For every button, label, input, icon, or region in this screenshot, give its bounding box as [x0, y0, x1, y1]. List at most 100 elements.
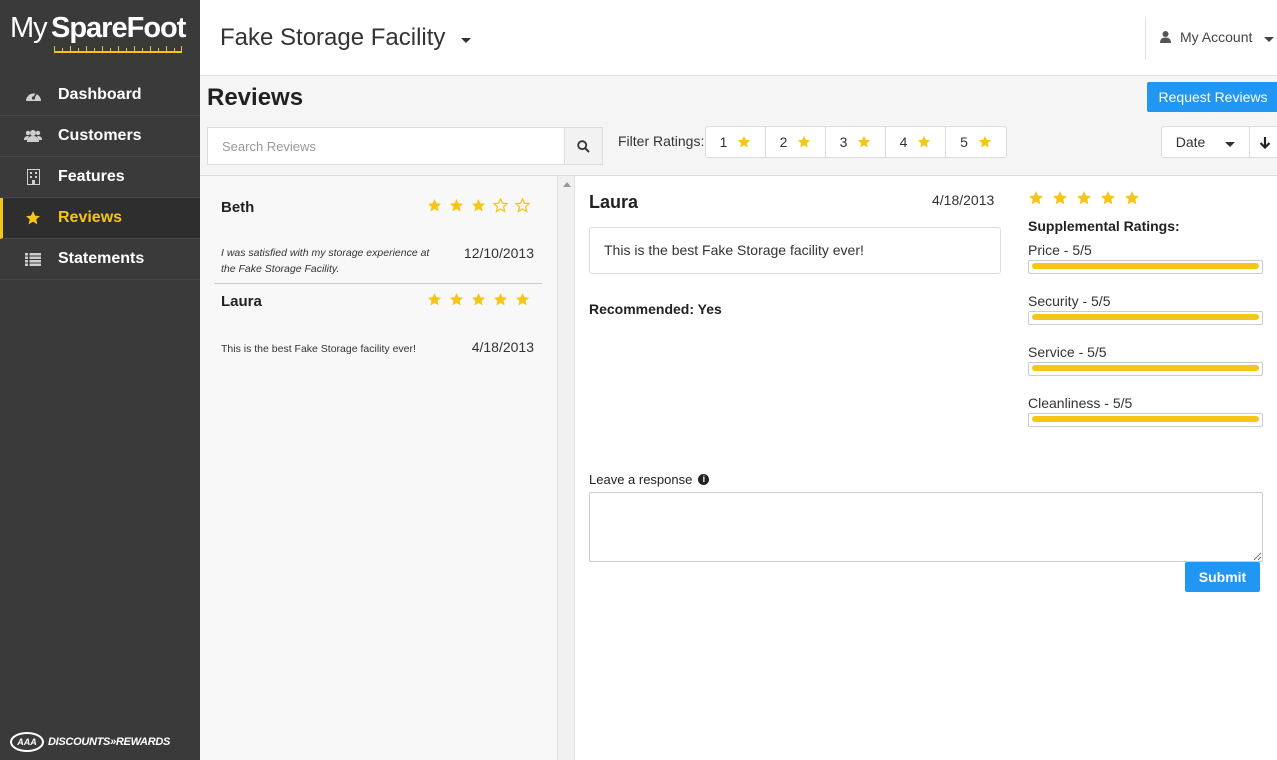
supp-rating-cleanliness: Cleanliness - 5/5 — [1028, 395, 1263, 427]
sidebar-item-reviews[interactable]: Reviews — [0, 198, 200, 239]
filter-2-star-button[interactable]: 2 — [766, 127, 826, 157]
filter-value: 4 — [899, 134, 908, 150]
filter-value: 2 — [779, 134, 788, 150]
star-icon — [912, 135, 931, 149]
page-title: Reviews — [207, 84, 304, 111]
filter-value: 5 — [960, 134, 968, 150]
sort-direction-button[interactable] — [1250, 127, 1277, 157]
supplemental-title: Supplemental Ratings: — [1028, 218, 1180, 234]
scrollbar[interactable] — [557, 176, 575, 760]
supp-label: Service - 5/5 — [1028, 344, 1107, 360]
detail-rating-stars — [1028, 190, 1140, 206]
filter-value: 1 — [719, 134, 728, 150]
filter-value: 3 — [839, 134, 848, 150]
star-icon — [973, 135, 992, 149]
header-divider — [1145, 18, 1146, 60]
sort-label: Date — [1175, 134, 1206, 150]
detail-date: 4/18/2013 — [932, 192, 995, 208]
star-filled-icon — [471, 292, 486, 307]
sort-control: Date — [1161, 126, 1277, 158]
star-filled-icon — [449, 292, 464, 307]
sidebar-item-dashboard[interactable]: Dashboard — [0, 75, 200, 116]
dashboard-icon — [24, 87, 42, 103]
sidebar-item-label: Statements — [58, 250, 145, 267]
star-icon — [24, 210, 42, 226]
filter-ratings-label: Filter Ratings: — [618, 133, 705, 149]
request-reviews-button[interactable]: Request Reviews — [1147, 82, 1277, 112]
progress-fill — [1032, 416, 1259, 422]
search-button[interactable] — [564, 128, 602, 164]
filter-5-star-button[interactable]: 5 — [946, 127, 1006, 157]
response-textarea[interactable] — [589, 492, 1263, 562]
star-filled-icon — [1124, 190, 1140, 206]
review-detail: Laura 4/18/2013 This is the best Fake St… — [575, 176, 1277, 760]
sidebar-item-features[interactable]: Features — [0, 157, 200, 198]
progress-bar — [1028, 413, 1263, 427]
account-label: My Account — [1180, 29, 1253, 45]
detail-reviewer-name: Laura — [589, 192, 639, 212]
sidebar-item-label: Features — [58, 168, 125, 185]
facility-name: Fake Storage Facility — [220, 24, 446, 51]
review-excerpt: I was satisfied with my storage experien… — [221, 247, 430, 275]
aaa-discounts-text: DISCOUNTS»REWARDS — [48, 736, 171, 748]
response-label-text: Leave a response — [589, 472, 693, 487]
star-filled-icon — [515, 292, 530, 307]
arrow-down-icon — [1259, 136, 1271, 149]
star-filled-icon — [493, 292, 508, 307]
reviewer-name: Beth — [221, 199, 255, 216]
star-empty-icon — [493, 198, 508, 213]
search-box — [207, 127, 603, 165]
list-item[interactable]: Beth I was satisfied with my storage exp… — [214, 176, 542, 283]
star-filled-icon — [427, 292, 442, 307]
building-icon — [24, 169, 42, 185]
facility-selector[interactable]: Fake Storage Facility — [220, 24, 472, 52]
supp-rating-security: Security - 5/5 — [1028, 293, 1263, 325]
star-filled-icon — [471, 198, 486, 213]
progress-fill — [1032, 365, 1259, 371]
aaa-rewards-logo[interactable]: AAA DISCOUNTS»REWARDS — [10, 730, 190, 754]
supp-rating-price: Price - 5/5 — [1028, 242, 1263, 274]
star-empty-icon — [515, 198, 530, 213]
list-icon — [24, 251, 42, 267]
list-item[interactable]: Laura This is the best Fake Storage faci… — [214, 284, 542, 364]
aaa-badge: AAA — [10, 732, 44, 752]
sidebar-item-statements[interactable]: Statements — [0, 239, 200, 280]
star-filled-icon — [1028, 190, 1044, 206]
filter-4-star-button[interactable]: 4 — [886, 127, 946, 157]
sort-dropdown[interactable]: Date — [1162, 127, 1250, 157]
filter-1-star-button[interactable]: 1 — [706, 127, 766, 157]
logo-my: My — [10, 12, 48, 44]
scroll-up-arrow-icon[interactable] — [563, 182, 571, 187]
reviews-list: Beth I was satisfied with my storage exp… — [200, 176, 558, 760]
star-icon — [792, 135, 811, 149]
star-filled-icon — [1100, 190, 1116, 206]
sidebar: My SpareFoot Dashboard Customers Feature… — [0, 0, 200, 760]
star-filled-icon — [449, 198, 464, 213]
sidebar-item-label: Dashboard — [58, 86, 142, 103]
logo-ruler — [54, 45, 182, 53]
search-icon — [577, 139, 590, 153]
review-date: 12/10/2013 — [463, 245, 534, 261]
users-icon — [24, 128, 42, 144]
account-menu[interactable]: My Account — [1160, 29, 1275, 45]
sidebar-item-label: Reviews — [58, 209, 123, 226]
progress-fill — [1032, 314, 1259, 320]
mysparefoot-logo[interactable]: My SpareFoot — [10, 12, 190, 58]
logo-name: SpareFoot — [51, 12, 186, 44]
info-icon[interactable]: i — [698, 474, 710, 485]
chevron-down-icon — [1264, 36, 1275, 42]
star-filled-icon — [1052, 190, 1068, 206]
reviews-content: Beth I was satisfied with my storage exp… — [200, 175, 1277, 760]
sidebar-item-customers[interactable]: Customers — [0, 116, 200, 157]
supp-label: Price - 5/5 — [1028, 242, 1092, 258]
progress-bar — [1028, 362, 1263, 376]
user-icon — [1160, 31, 1171, 43]
supp-label: Security - 5/5 — [1028, 293, 1111, 309]
search-input[interactable] — [208, 128, 564, 164]
filter-3-star-button[interactable]: 3 — [826, 127, 886, 157]
star-filled-icon — [1076, 190, 1092, 206]
rating-stars — [427, 292, 530, 307]
sidebar-item-label: Customers — [58, 127, 142, 144]
star-filled-icon — [427, 198, 442, 213]
submit-button[interactable]: Submit — [1185, 562, 1260, 592]
